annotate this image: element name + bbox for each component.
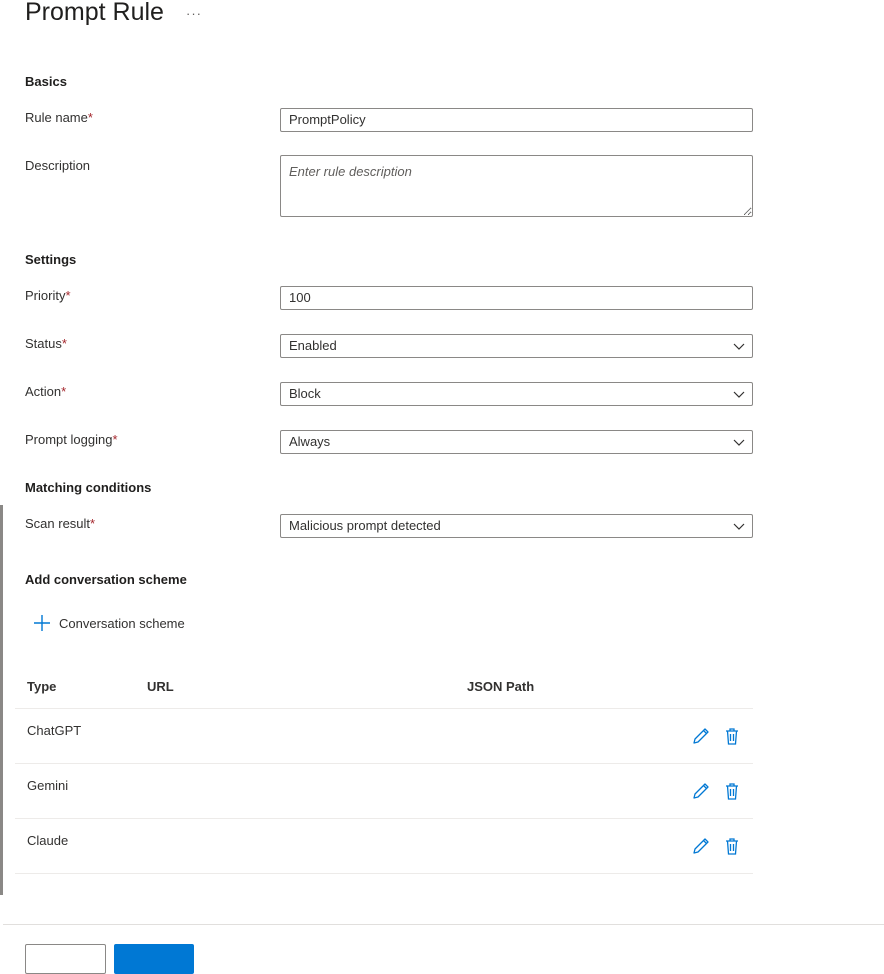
column-header-json-path[interactable]: JSON Path <box>467 679 534 694</box>
prompt-logging-label: Prompt logging* <box>25 432 118 447</box>
action-selected-value: Block <box>289 386 321 401</box>
section-scheme-heading: Add conversation scheme <box>25 572 187 587</box>
row-type-cell: ChatGPT <box>27 723 82 738</box>
action-label: Action* <box>25 384 67 399</box>
section-matching-heading: Matching conditions <box>25 480 152 495</box>
trash-icon[interactable] <box>722 781 742 801</box>
trash-icon[interactable] <box>722 726 742 746</box>
description-textarea[interactable] <box>280 155 753 217</box>
priority-input[interactable]: 100 <box>280 286 753 310</box>
status-selected-value: Enabled <box>289 338 337 353</box>
priority-label: Priority* <box>25 288 71 303</box>
plus-icon <box>34 615 50 631</box>
table-divider <box>15 708 753 709</box>
description-label: Description <box>25 158 91 173</box>
action-dropdown[interactable]: Block <box>280 382 753 406</box>
section-basics-heading: Basics <box>25 74 67 89</box>
scan-result-selected-value: Malicious prompt detected <box>289 518 441 533</box>
section-settings-heading: Settings <box>25 252 77 267</box>
chevron-down-icon <box>733 523 745 530</box>
pencil-icon[interactable] <box>691 836 711 856</box>
table-divider <box>15 818 753 819</box>
row-type-cell: Claude <box>27 833 69 848</box>
add-conversation-scheme-button[interactable]: Conversation scheme <box>33 614 185 632</box>
add-scheme-label: Conversation scheme <box>59 615 185 631</box>
more-options-icon[interactable]: ··· <box>186 6 202 21</box>
scan-result-dropdown[interactable]: Malicious prompt detected <box>280 514 753 538</box>
status-dropdown[interactable]: Enabled <box>280 334 753 358</box>
chevron-down-icon <box>733 391 745 398</box>
pencil-icon[interactable] <box>691 726 711 746</box>
status-label: Status* <box>25 336 67 351</box>
table-divider <box>15 763 753 764</box>
column-header-type[interactable]: Type <box>27 679 56 694</box>
pencil-icon[interactable] <box>691 781 711 801</box>
trash-icon[interactable] <box>722 836 742 856</box>
logging-selected-value: Always <box>289 434 331 449</box>
row-type-cell: Gemini <box>27 778 69 793</box>
chevron-down-icon <box>733 439 745 446</box>
scan-result-label: Scan result* <box>25 516 96 531</box>
prompt-logging-dropdown[interactable]: Always <box>280 430 753 454</box>
panel-edge-rule <box>0 505 3 895</box>
primary-footer-button[interactable] <box>114 944 194 974</box>
page-title: Prompt Rule <box>25 0 164 26</box>
secondary-footer-button[interactable] <box>25 944 106 974</box>
chevron-down-icon <box>733 343 745 350</box>
rule-name-label: Rule name* <box>25 110 93 125</box>
rule-name-input[interactable]: PromptPolicy <box>280 108 753 132</box>
table-divider <box>15 873 753 874</box>
footer-divider <box>3 924 884 925</box>
column-header-url[interactable]: URL <box>147 679 174 694</box>
